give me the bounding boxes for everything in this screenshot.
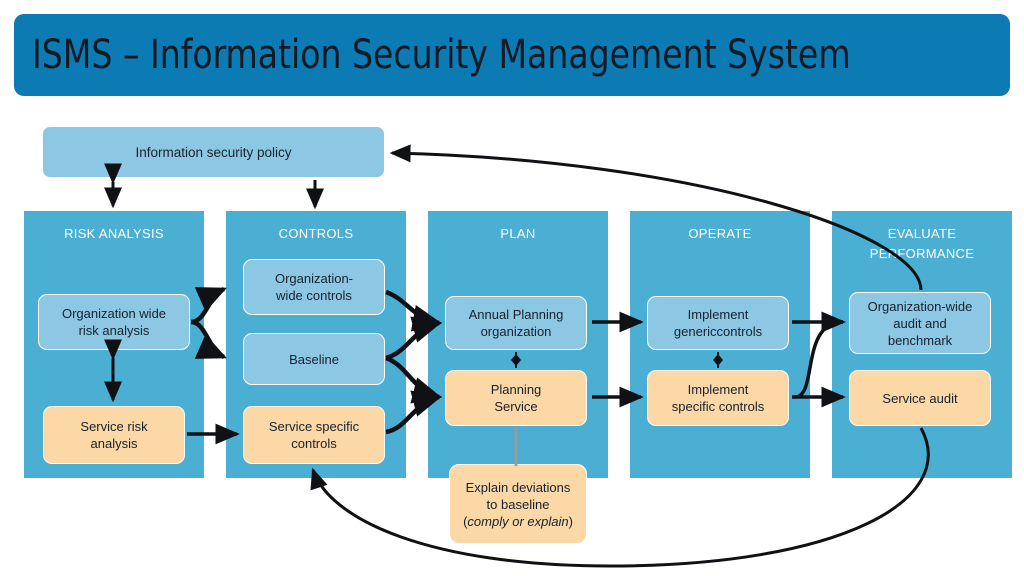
page-title-bar: ISMS – Information Security Management S… — [14, 14, 1010, 96]
column-title-risk-analysis: RISK ANALYSIS — [64, 226, 164, 241]
node-label: Implement genericcontrols — [674, 306, 762, 340]
column-title-controls: CONTROLS — [278, 226, 354, 241]
node-label-line-1: Implement — [687, 382, 749, 397]
node-label-line-3: (comply or explain) — [463, 513, 573, 530]
node-label-line-1: Service specific — [268, 419, 360, 434]
node-label-line-1: Planning — [490, 382, 542, 397]
node-explain-deviations-to-baseline[interactable]: Explain deviations to baseline (comply o… — [449, 464, 587, 544]
paren-close: ) — [568, 513, 573, 529]
column-title-operate: OPERATE — [688, 226, 752, 241]
node-label-line-2: audit and — [893, 315, 947, 331]
node-implement-generic-controls[interactable]: Implement genericcontrols — [647, 296, 789, 350]
column-title-plan: PLAN — [500, 226, 536, 241]
node-planning-service[interactable]: Planning Service — [445, 370, 587, 426]
node-organization-wide-controls[interactable]: Organization- wide controls — [243, 259, 385, 315]
node-label: Service specific controls — [269, 418, 359, 452]
node-label-line-2: organization — [480, 324, 552, 339]
node-label-line-1: Organization- — [274, 271, 354, 286]
page-title: ISMS – Information Security Management S… — [32, 32, 851, 78]
node-label-line-3: benchmark — [887, 332, 953, 348]
node-baseline[interactable]: Baseline — [243, 333, 385, 385]
comply-or-explain-text: comply or explain — [467, 513, 569, 529]
node-label-line-1: Annual Planning — [468, 307, 564, 322]
node-label: Annual Planning organization — [469, 306, 564, 340]
node-organization-wide-audit-and-benchmark[interactable]: Organization-wide audit and benchmark — [849, 292, 991, 354]
node-label: Information security policy — [135, 144, 292, 160]
node-information-security-policy[interactable]: Information security policy — [42, 126, 385, 178]
node-label: Implement specific controls — [672, 381, 764, 415]
node-label-line-1: Implement — [687, 307, 749, 322]
node-label-line-2: Service — [494, 399, 538, 414]
node-label-line-1: Explain deviations — [465, 479, 571, 495]
node-annual-planning-organization[interactable]: Annual Planning organization — [445, 296, 587, 350]
node-label-line-2: to baseline — [486, 496, 550, 512]
node-label-line-2: specific controls — [671, 399, 765, 414]
node-label: Service risk analysis — [80, 418, 147, 452]
node-service-specific-controls[interactable]: Service specific controls — [243, 406, 385, 464]
node-label: Organization-wide audit and benchmark — [868, 298, 973, 349]
node-label: Organization wide risk analysis — [62, 305, 166, 339]
node-label-line-2: analysis — [90, 436, 138, 451]
node-label-line-2: controls — [291, 436, 337, 451]
node-organization-wide-risk-analysis[interactable]: Organization wide risk analysis — [38, 294, 190, 350]
node-service-audit[interactable]: Service audit — [849, 370, 991, 426]
node-service-risk-analysis[interactable]: Service risk analysis — [43, 406, 185, 464]
node-label: Baseline — [289, 351, 339, 367]
node-label-line-1: Organization wide — [61, 306, 167, 321]
column-title-line-2: PERFORMANCE — [869, 246, 975, 261]
node-label-line-2: wide controls — [276, 288, 352, 303]
node-implement-specific-controls[interactable]: Implement specific controls — [647, 370, 789, 426]
column-title-evaluate-performance: EVALUATE PERFORMANCE — [832, 224, 1012, 264]
node-label-line-2: risk analysis — [78, 323, 150, 338]
node-label: Organization- wide controls — [275, 270, 353, 304]
node-label-line-1: Service risk — [80, 419, 148, 434]
column-title-line-1: EVALUATE — [887, 226, 957, 241]
node-label: Planning Service — [491, 381, 542, 415]
node-label-line-2: genericcontrols — [673, 324, 763, 339]
node-label-line-1: Organization-wide — [867, 298, 973, 314]
node-label: Service audit — [882, 390, 958, 406]
